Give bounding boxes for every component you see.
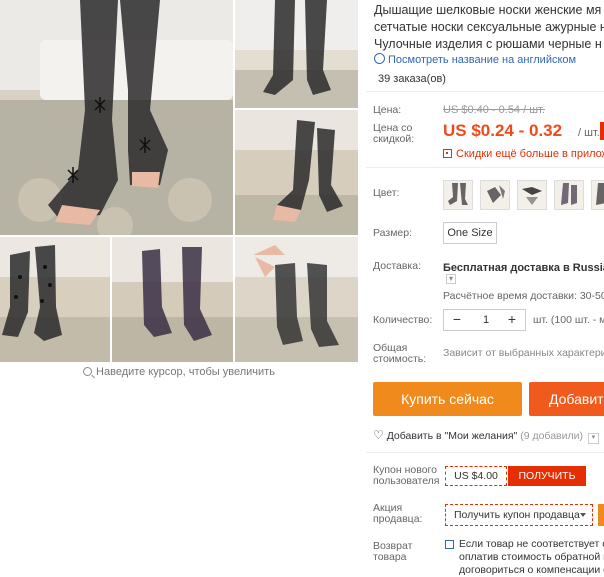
current-price: US $0.24 - 0.32 — [443, 121, 563, 140]
sale-price-label: Цена со скидкой: — [373, 122, 415, 145]
add-to-cart-button[interactable]: Добавит — [529, 382, 604, 416]
app-discount-link[interactable]: Скидки ещё больше в приложе — [443, 148, 604, 160]
color-swatch-4[interactable] — [554, 180, 584, 210]
quantity-stepper[interactable]: − 1 + — [443, 309, 526, 331]
size-option-button[interactable]: One Size — [443, 222, 497, 244]
new-user-coupon-value: US $4.00 — [445, 466, 507, 486]
side-accent — [598, 504, 604, 526]
heart-icon: ♡ — [373, 428, 384, 442]
magnifier-icon — [83, 367, 93, 376]
quantity-decrease-button[interactable]: − — [448, 310, 466, 330]
main-product-image[interactable] — [0, 0, 233, 235]
chevron-down-icon[interactable]: ▾ — [587, 433, 599, 444]
quantity-label: Количество: — [373, 314, 433, 326]
delivery-time: Расчётное время доставки: 30-50 — [443, 290, 604, 302]
price-label: Цена: — [373, 104, 402, 116]
gallery-thumb-3[interactable] — [0, 237, 110, 362]
new-user-coupon-label: Купон нового пользователя — [373, 464, 440, 487]
translate-link[interactable]: Посмотреть название на английском — [374, 53, 576, 66]
discount-badge — [600, 122, 604, 140]
quantity-input[interactable]: 1 — [472, 310, 500, 330]
divider — [366, 452, 604, 453]
total-value: Зависит от выбранных характери — [443, 347, 604, 359]
add-to-wishlist-link[interactable]: ♡ Добавить в "Мои желания" (9 добавили) … — [373, 428, 599, 444]
product-title-line-1: Дышащие шелковые носки женские мя — [374, 3, 602, 17]
gallery-thumb-1[interactable] — [235, 0, 358, 108]
zoom-hint: Наведите курсор, чтобы увеличить — [0, 366, 358, 378]
seller-coupon-select[interactable]: Получить купон продавца — [445, 504, 593, 526]
gallery-thumb-2[interactable] — [235, 110, 358, 235]
product-title-line-2: сетчатые носки сексуальные ажурные н — [374, 20, 604, 34]
old-price: US $0.40 - 0.54 / шт. — [443, 104, 545, 116]
gallery-thumb-4[interactable] — [112, 237, 233, 362]
divider — [366, 91, 604, 92]
buy-now-button[interactable]: Купить сейчас — [373, 382, 522, 416]
returns-policy-text: Если товар не соответствует о оплатив ст… — [459, 538, 604, 576]
info-icon — [445, 540, 454, 549]
qr-code-icon — [443, 149, 452, 158]
caret-down-icon — [580, 513, 586, 517]
size-label: Размер: — [373, 227, 413, 239]
color-swatch-2[interactable] — [480, 180, 510, 210]
seller-promo-label: Акция продавца: — [373, 502, 423, 525]
shipping-label: Доставка: — [373, 260, 422, 272]
total-label: Общая стоимость: — [373, 342, 427, 365]
color-swatch-1[interactable] — [443, 180, 473, 210]
color-swatch-3[interactable] — [517, 180, 547, 210]
quantity-available: шт. (100 шт. - ма — [533, 314, 604, 326]
price-unit: / шт. — [578, 127, 600, 139]
orders-count: 39 заказа(ов) — [378, 73, 446, 85]
translate-icon — [374, 53, 385, 64]
product-gallery[interactable] — [0, 0, 358, 362]
shipping-method[interactable]: Бесплатная доставка в Russian F — [443, 262, 604, 274]
color-label: Цвет: — [373, 187, 400, 199]
product-title-line-3: Чулочные изделия с рюшами черные н — [374, 37, 602, 51]
divider — [366, 167, 604, 168]
gallery-thumb-5[interactable] — [235, 237, 358, 362]
wishlist-count: (9 добавили) — [520, 430, 583, 442]
get-coupon-button[interactable]: ПОЛУЧИТЬ — [508, 466, 586, 486]
quantity-increase-button[interactable]: + — [503, 310, 521, 330]
returns-label: Возврат товара — [373, 540, 413, 563]
color-swatch-5[interactable] — [591, 180, 604, 210]
chevron-down-icon[interactable]: ▾ — [446, 274, 456, 284]
